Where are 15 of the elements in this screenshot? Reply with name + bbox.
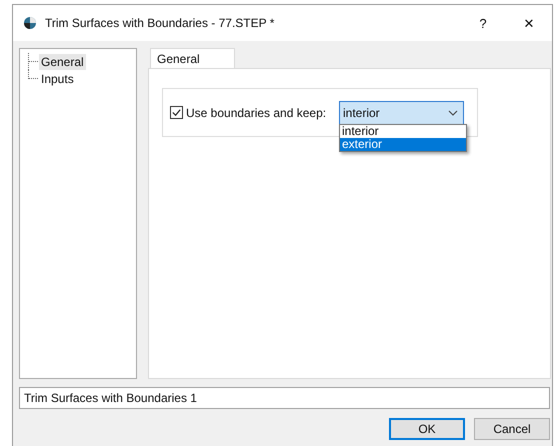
- help-button[interactable]: ?: [460, 8, 506, 38]
- tree-item[interactable]: Inputs: [39, 70, 76, 86]
- cancel-button[interactable]: Cancel: [474, 418, 550, 440]
- ok-button[interactable]: OK: [389, 418, 465, 440]
- window-title: Trim Surfaces with Boundaries - 77.STEP *: [45, 16, 274, 30]
- caret-icon: [448, 110, 458, 116]
- app-icon: [23, 16, 37, 30]
- tab[interactable]: General: [150, 48, 235, 68]
- tree-item[interactable]: General: [39, 54, 86, 70]
- name-field[interactable]: Trim Surfaces with Boundaries 1: [19, 387, 550, 409]
- checkbox[interactable]: [170, 106, 183, 119]
- dropdown-option[interactable]: interior: [340, 124, 466, 138]
- dropdown-option[interactable]: exterior: [340, 138, 466, 150]
- checkbox-label: Use boundaries and keep:: [186, 106, 328, 120]
- close-button[interactable]: ✕: [506, 8, 552, 38]
